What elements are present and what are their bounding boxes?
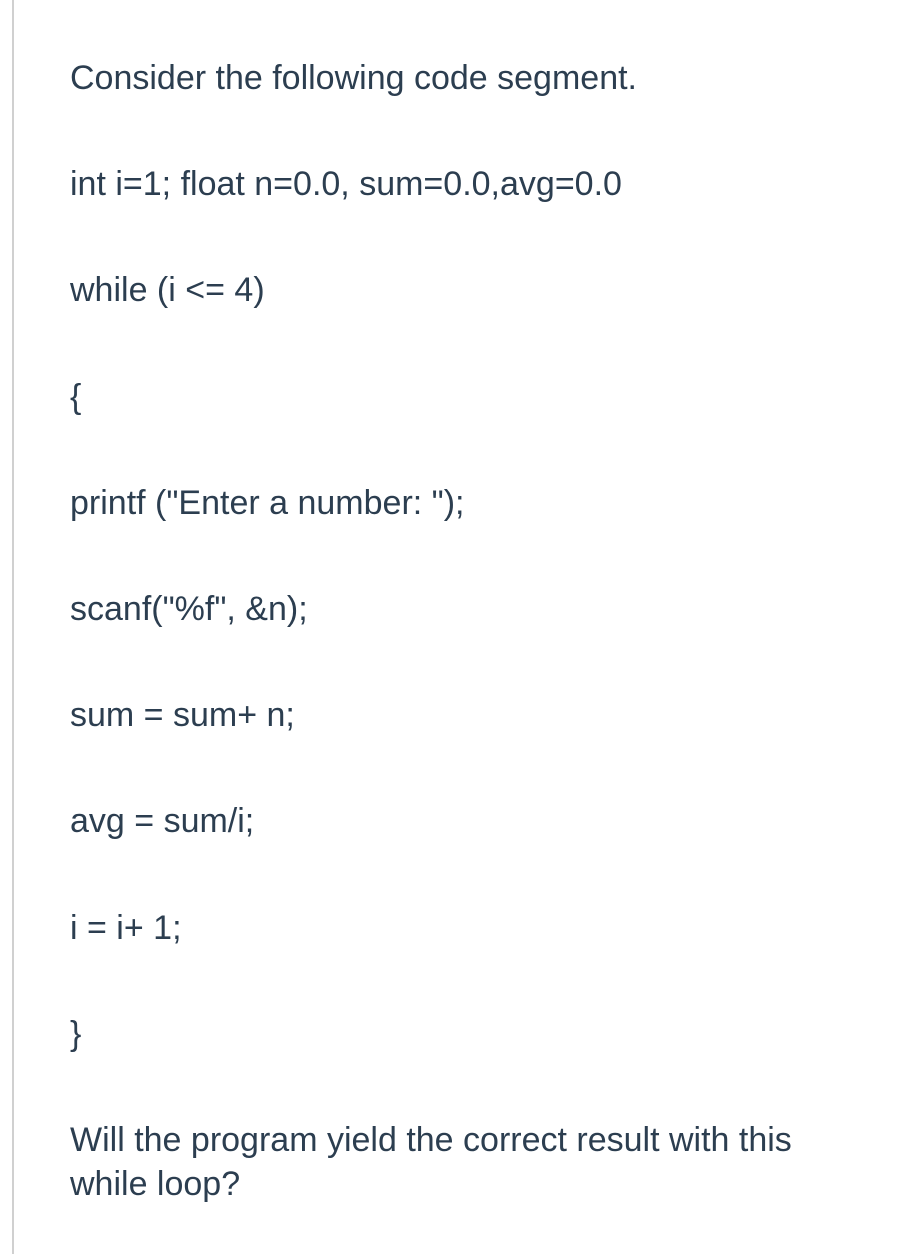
code-line-while: while (i <= 4) [70,268,864,312]
intro-text: Consider the following code segment. [70,56,864,100]
code-line-declaration: int i=1; float n=0.0, sum=0.0,avg=0.0 [70,162,864,206]
code-line-increment: i = i+ 1; [70,906,864,950]
code-line-sum: sum = sum+ n; [70,693,864,737]
code-line-scanf: scanf("%f", &n); [70,587,864,631]
code-line-printf: printf ("Enter a number: "); [70,481,864,525]
code-line-close-brace: } [70,1012,864,1056]
question-text: Will the program yield the correct resul… [70,1118,864,1206]
code-line-avg: avg = sum/i; [70,799,864,843]
code-line-open-brace: { [70,375,864,419]
question-content: Consider the following code segment. int… [0,0,904,1246]
left-border-divider [12,0,14,1254]
